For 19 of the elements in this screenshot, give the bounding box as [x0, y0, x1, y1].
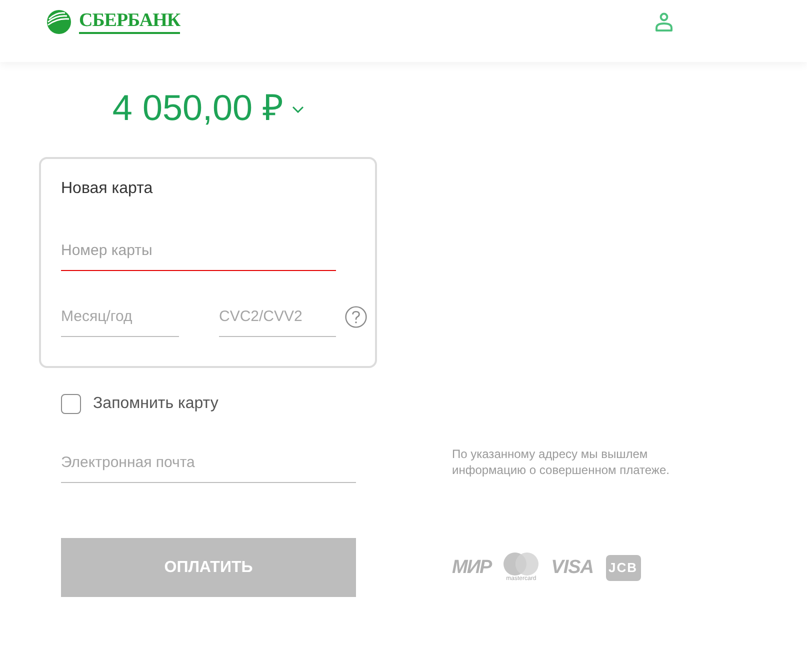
email-note: По указанному адресу мы вышлем информацию о совершенном платеже.	[452, 446, 670, 478]
card-number-field[interactable]: Номер карты	[61, 231, 336, 271]
jcb-logo: JCB	[606, 554, 641, 580]
mir-logo: МИР	[452, 558, 492, 578]
expiry-field[interactable]: Месяц/год	[61, 296, 179, 337]
logo-text: СБЕРБАНК	[79, 10, 180, 34]
card-form-title: Новая карта	[61, 179, 153, 199]
overlapping-circles-icon	[503, 552, 540, 576]
remember-card-label[interactable]: Запомнить карту	[93, 392, 218, 416]
cvc-field[interactable]: CVC2/CVV2	[219, 296, 336, 337]
help-icon[interactable]	[345, 306, 367, 328]
chevron-down-icon	[292, 106, 304, 113]
visa-logo: VISA	[551, 558, 594, 578]
email-field[interactable]: Электронная почта	[61, 442, 356, 483]
amount-selector[interactable]: 4 050,00 ₽	[112, 87, 304, 128]
remember-card-checkbox[interactable]	[61, 394, 81, 414]
user-icon	[654, 12, 672, 32]
logo-icon	[46, 9, 72, 35]
profile-button[interactable]	[654, 12, 673, 32]
